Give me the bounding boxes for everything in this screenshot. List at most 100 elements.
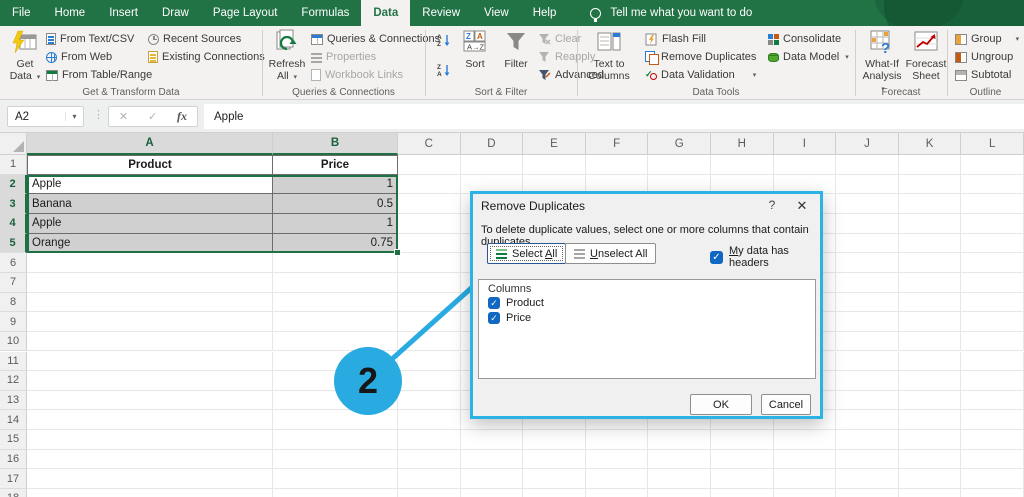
what-if-analysis-button[interactable]: ? What-If Analysis ▾ (860, 29, 904, 93)
row-header-10[interactable]: 10 (0, 331, 27, 352)
cell-C7[interactable] (398, 272, 461, 293)
checkbox-checked-icon[interactable]: ✓ (488, 297, 500, 309)
cell-K12[interactable] (898, 371, 962, 391)
cell-J16[interactable] (836, 449, 899, 470)
refresh-all-button[interactable]: Refresh All ▾ (266, 29, 308, 89)
column-header-D[interactable]: D (460, 133, 524, 155)
cell-A14[interactable] (27, 410, 273, 431)
tab-insert[interactable]: Insert (97, 0, 150, 26)
row-header-11[interactable]: 11 (0, 351, 27, 372)
cell-G15[interactable] (648, 430, 711, 450)
dialog-close-icon[interactable]: ✕ (794, 198, 810, 214)
row-header-17[interactable]: 17 (0, 469, 27, 490)
tab-formulas[interactable]: Formulas (289, 0, 361, 26)
cell-L18[interactable] (961, 489, 1024, 497)
get-data-button[interactable]: Get Data ▾ (4, 29, 46, 89)
filter-button[interactable]: Filter (497, 29, 535, 89)
cell-K8[interactable] (898, 292, 962, 313)
cell-H18[interactable] (711, 489, 774, 497)
cell-E15[interactable] (523, 430, 586, 450)
cell-J18[interactable] (836, 489, 899, 497)
cell-C15[interactable] (398, 430, 461, 450)
cell-G16[interactable] (648, 449, 711, 470)
cell-I16[interactable] (773, 449, 837, 470)
recent-sources-button[interactable]: Recent Sources (148, 31, 241, 47)
cell-L8[interactable] (961, 292, 1024, 313)
cell-H15[interactable] (711, 430, 774, 450)
cell-K16[interactable] (898, 449, 962, 470)
column-header-L[interactable]: L (961, 133, 1024, 155)
cell-D18[interactable] (461, 489, 524, 497)
cell-C4[interactable] (398, 213, 461, 234)
cell-K18[interactable] (899, 489, 962, 497)
column-header-F[interactable]: F (585, 133, 649, 155)
sort-ascending-button[interactable]: A Z (437, 32, 451, 48)
cell-K9[interactable] (898, 312, 962, 332)
cell-I17[interactable] (773, 469, 837, 490)
cell-L6[interactable] (961, 253, 1024, 273)
cell-K3[interactable] (898, 194, 962, 214)
cell-H1[interactable] (711, 155, 774, 175)
cell-L10[interactable] (961, 331, 1024, 352)
cell-L16[interactable] (961, 449, 1024, 470)
cell-J12[interactable] (836, 371, 899, 391)
column-header-K[interactable]: K (898, 133, 962, 155)
cell-C11[interactable] (398, 351, 461, 372)
cell-H17[interactable] (711, 469, 774, 490)
columns-listbox[interactable]: Columns ✓ Product ✓ Price (478, 279, 816, 379)
from-table-range-button[interactable]: From Table/Range (46, 67, 152, 83)
forecast-sheet-button[interactable]: Forecast Sheet (906, 29, 946, 89)
row-header-3[interactable]: 3 (0, 194, 27, 214)
row-header-5[interactable]: 5 (0, 233, 27, 254)
cell-L1[interactable] (961, 155, 1024, 175)
cell-C12[interactable] (398, 371, 461, 391)
ok-button[interactable]: OK (690, 394, 752, 415)
tab-file[interactable]: File (0, 0, 43, 26)
cell-J3[interactable] (836, 194, 899, 214)
cell-A6[interactable] (27, 253, 273, 273)
cancel-button[interactable]: Cancel (761, 394, 811, 415)
column-header-J[interactable]: J (836, 133, 899, 155)
row-header-6[interactable]: 6 (0, 253, 27, 273)
column-header-H[interactable]: H (711, 133, 774, 155)
cell-A13[interactable] (27, 390, 273, 411)
cell-L17[interactable] (961, 469, 1024, 490)
name-box[interactable]: A2 ▾ (7, 106, 84, 127)
row-header-4[interactable]: 4 (0, 213, 27, 234)
row-header-15[interactable]: 15 (0, 430, 27, 450)
cell-L9[interactable] (961, 312, 1024, 332)
cell-C13[interactable] (398, 390, 461, 411)
remove-duplicates-button[interactable]: Remove Duplicates (645, 49, 756, 65)
cell-A5[interactable]: Orange (27, 233, 273, 254)
cell-A18[interactable] (27, 489, 273, 497)
cell-J11[interactable] (836, 351, 899, 372)
cell-J5[interactable] (836, 233, 899, 254)
tab-view[interactable]: View (472, 0, 521, 26)
cell-K11[interactable] (898, 351, 962, 372)
cell-L11[interactable] (961, 351, 1024, 372)
select-all-button[interactable]: Select All (487, 243, 567, 264)
cell-J7[interactable] (836, 272, 899, 293)
cell-F18[interactable] (586, 489, 649, 497)
column-header-I[interactable]: I (773, 133, 837, 155)
cell-J14[interactable] (836, 410, 899, 431)
sort-button[interactable]: Z A A→Z Sort (456, 29, 494, 89)
checkbox-checked-icon[interactable]: ✓ (488, 312, 500, 324)
cell-C3[interactable] (398, 194, 461, 214)
unselect-all-button[interactable]: Unselect All (565, 243, 657, 264)
tell-me-box[interactable]: Tell me what you want to do (590, 0, 752, 26)
consolidate-button[interactable]: Consolidate (768, 31, 841, 47)
row-header-13[interactable]: 13 (0, 390, 27, 411)
group-button[interactable]: Group ▾ (955, 31, 1019, 47)
row-header-9[interactable]: 9 (0, 312, 27, 332)
cell-A4[interactable]: Apple (27, 213, 273, 234)
cell-C18[interactable] (398, 489, 461, 497)
formula-input[interactable]: Apple (204, 104, 1024, 129)
cell-A7[interactable] (27, 272, 273, 293)
tab-help[interactable]: Help (521, 0, 569, 26)
select-all-corner[interactable] (0, 133, 27, 155)
cell-B9[interactable] (273, 312, 398, 332)
cell-E17[interactable] (523, 469, 586, 490)
cell-K4[interactable] (898, 213, 962, 234)
cell-J9[interactable] (836, 312, 899, 332)
